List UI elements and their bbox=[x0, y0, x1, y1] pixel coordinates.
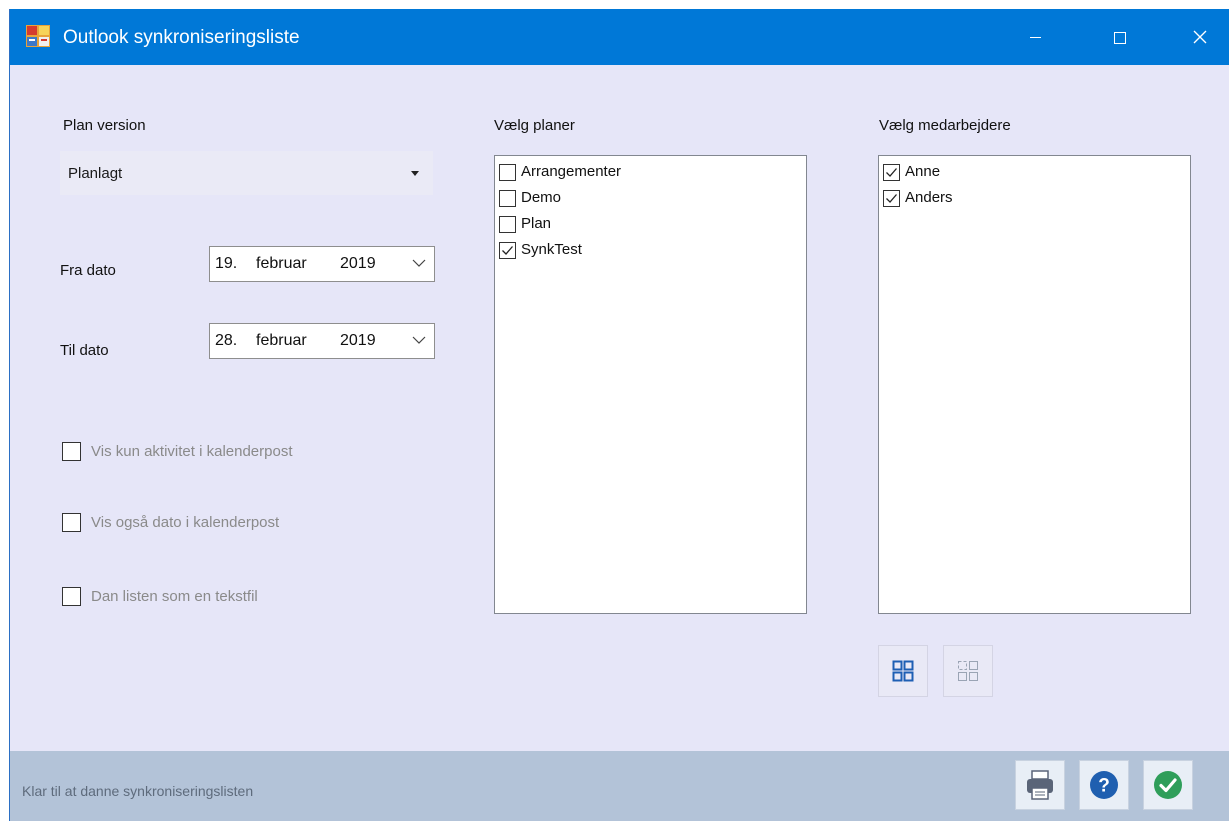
checkmark-icon bbox=[502, 246, 513, 255]
to-date-month[interactable]: februar bbox=[256, 332, 307, 350]
checkbox[interactable] bbox=[62, 587, 81, 606]
status-text: Klar til at danne synkroniseringslisten bbox=[22, 783, 254, 799]
maximize-icon bbox=[1114, 32, 1126, 44]
plan-version-value: Planlagt bbox=[68, 165, 123, 182]
checkbox[interactable] bbox=[62, 442, 81, 461]
from-date-picker[interactable]: 19. februar 2019 bbox=[209, 246, 435, 282]
print-button[interactable] bbox=[1015, 760, 1065, 810]
checkbox[interactable] bbox=[499, 164, 516, 181]
list-item-label: SynkTest bbox=[521, 241, 582, 258]
minimize-button[interactable] bbox=[1005, 9, 1065, 65]
deselect-all-icon bbox=[958, 661, 978, 681]
to-date-day[interactable]: 28. bbox=[215, 332, 237, 350]
list-item-label: Demo bbox=[521, 189, 562, 206]
checkmark-icon bbox=[886, 194, 897, 203]
from-date-month[interactable]: februar bbox=[256, 255, 307, 273]
deselect-all-button[interactable] bbox=[943, 645, 993, 697]
plan-version-dropdown[interactable]: Planlagt bbox=[60, 151, 433, 195]
checkbox[interactable] bbox=[499, 216, 516, 233]
dropdown-arrow-icon bbox=[411, 171, 419, 176]
to-date-label: Til dato bbox=[60, 342, 109, 359]
from-date-year[interactable]: 2019 bbox=[340, 255, 376, 273]
list-item-label: Plan bbox=[521, 215, 552, 232]
svg-text:?: ? bbox=[1098, 776, 1110, 797]
ok-button[interactable] bbox=[1143, 760, 1193, 810]
checkbox[interactable] bbox=[499, 190, 516, 207]
chevron-down-icon[interactable] bbox=[412, 258, 426, 268]
status-bar: Klar til at danne synkroniseringslisten … bbox=[10, 751, 1229, 821]
title-bar: Outlook synkroniseringsliste bbox=[10, 9, 1229, 65]
option-label: Vis også dato i kalenderpost bbox=[91, 514, 280, 531]
checkbox-checked[interactable] bbox=[499, 242, 516, 259]
list-item-label: Arrangementer bbox=[521, 163, 622, 180]
dialog-window: Outlook synkroniseringsliste Plan versio… bbox=[9, 9, 1229, 821]
plans-listbox[interactable]: Arrangementer Demo Plan SynkTest bbox=[494, 155, 807, 614]
list-item-label: Anne bbox=[905, 163, 941, 180]
to-date-picker[interactable]: 28. februar 2019 bbox=[209, 323, 435, 359]
app-icon bbox=[26, 25, 50, 47]
list-item-label: Anders bbox=[905, 189, 953, 206]
chevron-down-icon[interactable] bbox=[412, 335, 426, 345]
printer-icon bbox=[1027, 770, 1053, 800]
plan-version-label: Plan version bbox=[63, 117, 146, 134]
close-button[interactable] bbox=[1170, 9, 1229, 65]
help-icon: ? bbox=[1090, 771, 1118, 799]
plans-label: Vælg planer bbox=[494, 117, 575, 134]
checkmark-icon bbox=[886, 168, 897, 177]
select-all-button[interactable] bbox=[878, 645, 928, 697]
to-date-year[interactable]: 2019 bbox=[340, 332, 376, 350]
select-all-icon bbox=[892, 660, 914, 682]
option-label: Dan listen som en tekstfil bbox=[91, 588, 258, 605]
from-date-label: Fra dato bbox=[60, 262, 116, 279]
checkbox-checked[interactable] bbox=[883, 164, 900, 181]
maximize-button[interactable] bbox=[1090, 9, 1150, 65]
checkmark-icon bbox=[1154, 771, 1182, 799]
help-button[interactable]: ? bbox=[1079, 760, 1129, 810]
checkbox[interactable] bbox=[62, 513, 81, 532]
close-icon bbox=[1193, 30, 1207, 44]
option-label: Vis kun aktivitet i kalenderpost bbox=[91, 443, 293, 460]
employees-label: Vælg medarbejdere bbox=[879, 117, 1011, 134]
from-date-day[interactable]: 19. bbox=[215, 255, 237, 273]
minimize-icon bbox=[1030, 37, 1041, 38]
checkbox-checked[interactable] bbox=[883, 190, 900, 207]
employees-listbox[interactable]: Anne Anders bbox=[878, 155, 1191, 614]
window-title: Outlook synkroniseringsliste bbox=[63, 27, 300, 48]
